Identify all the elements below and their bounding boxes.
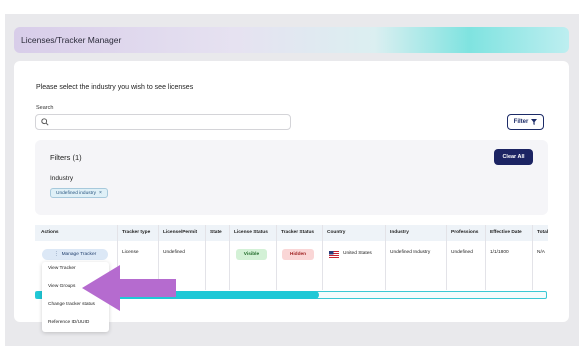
close-icon[interactable]: × xyxy=(99,190,102,196)
filter-chip-label: Undefined industry xyxy=(56,190,96,196)
menu-item-view-groups[interactable]: View Groups xyxy=(48,284,75,289)
column-divider xyxy=(446,225,447,290)
column-header-license-permit[interactable]: License/Permit xyxy=(163,230,197,235)
filter-chip-industry[interactable]: Undefined industry × xyxy=(50,188,108,198)
column-divider xyxy=(229,225,230,290)
column-header-license-status[interactable]: License Status xyxy=(234,230,268,235)
page-header: Licenses/Tracker Manager xyxy=(14,27,569,53)
search-input[interactable] xyxy=(35,114,291,130)
column-divider xyxy=(322,225,323,290)
search-label: Search xyxy=(36,105,54,111)
cell-total: N/A xyxy=(537,250,545,255)
industry-prompt: Please select the industry you wish to s… xyxy=(36,84,194,91)
filter-button-label: Filter xyxy=(513,119,529,125)
menu-item-view-tracker[interactable]: View Tracker xyxy=(48,266,76,271)
page-title: Licenses/Tracker Manager xyxy=(21,35,122,45)
filter-button[interactable]: Filter xyxy=(507,114,544,130)
column-divider xyxy=(205,225,206,290)
cell-license-permit: Undefined xyxy=(163,250,185,255)
license-status-badge: Visible xyxy=(236,249,267,260)
column-divider xyxy=(276,225,277,290)
cell-industry: Undefined Industry xyxy=(390,250,431,255)
cell-effective-date: 1/1/1800 xyxy=(490,250,509,255)
us-flag-icon xyxy=(329,251,339,258)
funnel-icon xyxy=(531,119,538,125)
cell-tracker-type: License xyxy=(122,250,139,255)
column-header-state[interactable]: State xyxy=(210,230,222,235)
column-header-professions[interactable]: Professions xyxy=(451,230,478,235)
manage-tracker-label: Manage Tracker xyxy=(61,252,97,257)
clear-all-button[interactable]: Clear All xyxy=(494,149,533,165)
column-header-total[interactable]: Total xyxy=(537,230,548,235)
menu-item-reference-id[interactable]: Reference ID/UUID xyxy=(48,320,89,325)
filters-title: Filters (1) xyxy=(50,153,82,162)
column-header-country[interactable]: Country xyxy=(327,230,345,235)
column-header-tracker-type[interactable]: Tracker type xyxy=(122,230,150,235)
tracker-status-badge: Hidden xyxy=(282,249,314,260)
column-header-actions[interactable]: Actions xyxy=(41,230,59,235)
column-divider xyxy=(532,225,533,290)
column-divider xyxy=(485,225,486,290)
more-vertical-icon: ⋮ xyxy=(53,252,59,257)
industry-filter-label: Industry xyxy=(50,175,74,182)
filters-panel xyxy=(35,140,548,215)
column-divider xyxy=(385,225,386,290)
annotation-arrow-icon xyxy=(82,265,176,311)
manage-tracker-button[interactable]: ⋮ Manage Tracker xyxy=(42,249,108,260)
search-icon xyxy=(41,118,49,126)
cell-professions: Undefined xyxy=(451,250,473,255)
column-header-effective-date[interactable]: Effective Date xyxy=(490,230,522,235)
column-header-industry[interactable]: Industry xyxy=(390,230,409,235)
column-header-tracker-status[interactable]: Tracker Status xyxy=(281,230,314,235)
cell-country: United States xyxy=(343,251,372,256)
